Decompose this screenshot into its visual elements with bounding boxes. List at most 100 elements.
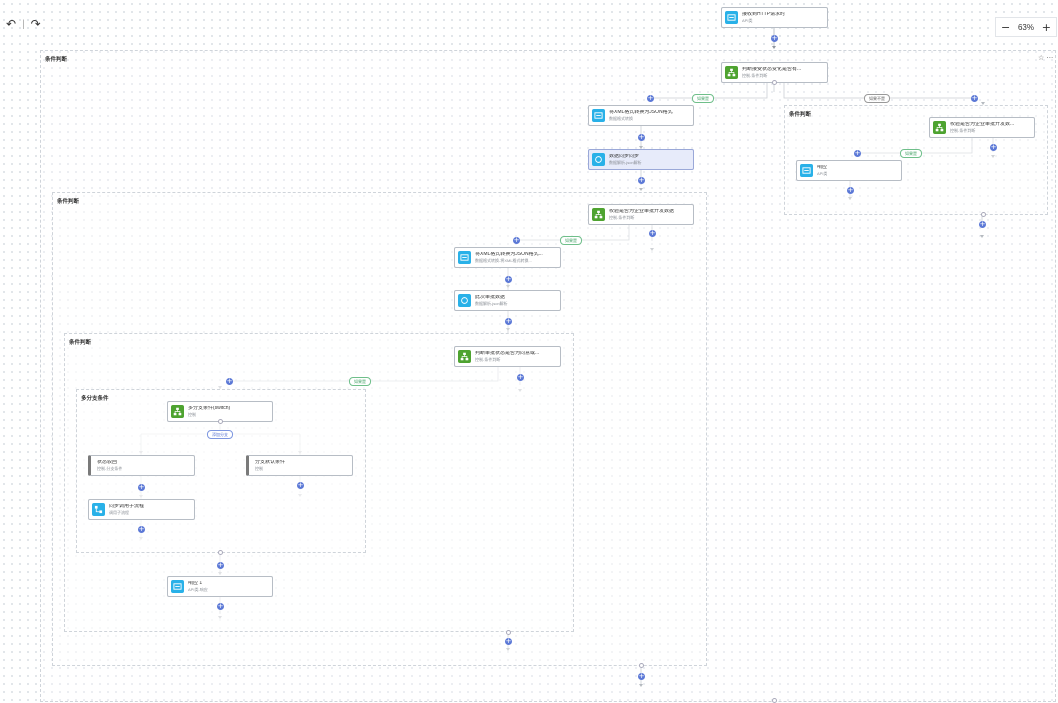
container-title: 条件判断 <box>45 57 68 63</box>
add-node-button[interactable]: + <box>971 95 978 102</box>
api-icon <box>171 580 184 593</box>
branch-icon <box>171 405 184 418</box>
container-actions: ☆ ··· <box>1038 54 1053 62</box>
node-xml-convert-2[interactable]: 将XML格式转换为JSON格式... 数据格式转换-将XML格式转换... <box>454 247 561 268</box>
node-title: 判断审批状态是否为同意或... <box>475 351 540 356</box>
connector-dot <box>506 630 511 635</box>
add-node-button[interactable]: + <box>847 187 854 194</box>
connector-dot <box>639 663 644 668</box>
convert-icon <box>458 251 471 264</box>
node-http-trigger[interactable]: 接收到HTTP请求时 API类 <box>721 7 828 28</box>
flow-canvas[interactable]: ↶ | ↷ − 63% + 条件判断 ☆ ··· 条件判断 条件判断 条件判断 … <box>0 0 1058 703</box>
api-icon <box>800 164 813 177</box>
redo-icon[interactable]: ↷ <box>31 17 41 31</box>
node-title: 同步调用子流程 <box>109 504 145 509</box>
node-title: 判断接受状态变化是否有... <box>742 67 802 72</box>
container-title: 条件判断 <box>69 340 92 346</box>
node-response-1[interactable]: 响应 1 API类-响应 <box>167 576 273 597</box>
add-node-button[interactable]: + <box>979 221 986 228</box>
node-subtitle: API类 <box>817 171 828 176</box>
add-node-button[interactable]: + <box>505 318 512 325</box>
branch-label-yes[interactable]: 如果是 <box>692 94 714 103</box>
node-xml-convert-1[interactable]: 将XML格式转换为JSON格式 数据格式转换 <box>588 105 694 126</box>
zoom-out-button[interactable]: − <box>1001 21 1010 34</box>
connector-dot <box>772 698 777 703</box>
add-node-button[interactable]: + <box>638 673 645 680</box>
add-node-button[interactable]: + <box>647 95 654 102</box>
add-node-button[interactable]: + <box>226 378 233 385</box>
connector-dot <box>218 550 223 555</box>
add-node-button[interactable]: + <box>990 144 997 151</box>
history-toolbar: ↶ | ↷ <box>6 17 41 31</box>
add-node-button[interactable]: + <box>517 374 524 381</box>
node-subtitle: 控制-条件判断 <box>609 215 635 220</box>
node-subtitle: 控制-分支条件 <box>97 466 123 471</box>
node-title: 校验是否为企业审批开发数... <box>950 122 1015 127</box>
add-node-button[interactable]: + <box>649 230 656 237</box>
add-node-button[interactable]: + <box>217 603 224 610</box>
branch-label-yes[interactable]: 如果是 <box>349 377 371 386</box>
node-title: 接收到HTTP请求时 <box>742 12 786 17</box>
branch-icon <box>725 66 738 79</box>
node-subtitle: 调用子流程 <box>109 510 129 515</box>
add-node-button[interactable]: + <box>854 150 861 157</box>
container-title: 条件判断 <box>57 199 80 205</box>
add-node-button[interactable]: + <box>217 562 224 569</box>
node-subtitle: API类 <box>742 18 753 23</box>
node-subtitle: 控制-条件判断 <box>742 73 768 78</box>
node-judge-2[interactable]: 校验是否为企业审批开发数据 控制-条件判断 <box>588 204 694 225</box>
zoom-level: 63% <box>1017 22 1034 32</box>
node-title: 响应 <box>817 165 828 170</box>
add-node-button[interactable]: + <box>138 484 145 491</box>
container-title: 多分支条件 <box>81 396 109 402</box>
node-judge-right[interactable]: 校验是否为企业审批开发数... 控制-条件判断 <box>929 117 1035 138</box>
branch-icon <box>458 350 471 363</box>
star-icon[interactable]: ☆ <box>1038 54 1044 62</box>
parse-icon <box>592 153 605 166</box>
add-node-button[interactable]: + <box>513 237 520 244</box>
branch-label-no[interactable]: 如果不是 <box>864 94 890 103</box>
node-response-right[interactable]: 响应 API类 <box>796 160 902 181</box>
add-branch-label[interactable]: 添加分支 <box>207 430 233 439</box>
node-subflow[interactable]: 同步调用子流程 调用子流程 <box>88 499 195 520</box>
branch-label-yes[interactable]: 如果是 <box>900 149 922 158</box>
node-subtitle: 控制-条件判断 <box>950 128 976 133</box>
node-subtitle: 数据解析-json解析 <box>609 160 642 165</box>
add-node-button[interactable]: + <box>505 638 512 645</box>
node-parse-2[interactable]: 此次审批数据 数据解析-json解析 <box>454 290 561 311</box>
node-title: 数据同步同步 <box>609 154 640 159</box>
add-node-button[interactable]: + <box>771 35 778 42</box>
branch-icon <box>933 121 946 134</box>
zoom-control: − 63% + <box>995 17 1057 37</box>
add-node-button[interactable]: + <box>505 276 512 283</box>
node-parse-1[interactable]: 数据同步同步 数据解析-json解析 <box>588 149 694 170</box>
api-icon <box>725 11 738 24</box>
node-subtitle: 数据格式转换 <box>609 116 633 121</box>
node-subtitle: 控制 <box>188 412 196 417</box>
zoom-in-button[interactable]: + <box>1042 21 1051 34</box>
undo-icon[interactable]: ↶ <box>6 17 16 31</box>
node-title: 将XML格式转换为JSON格式 <box>609 110 673 115</box>
node-branch-1[interactable]: 状态驳回 控制-分支条件 <box>88 455 195 476</box>
parse-icon <box>458 294 471 307</box>
node-branch-default[interactable]: 分支默认条件 控制 <box>246 455 353 476</box>
add-node-button[interactable]: + <box>138 526 145 533</box>
convert-icon <box>592 109 605 122</box>
more-icon[interactable]: ··· <box>1047 54 1054 62</box>
node-title: 分支默认条件 <box>255 460 286 465</box>
subflow-icon <box>92 503 105 516</box>
add-node-button[interactable]: + <box>638 177 645 184</box>
node-subtitle: API类-响应 <box>188 587 208 592</box>
connector-dot <box>772 80 777 85</box>
node-title: 将XML格式转换为JSON格式... <box>475 252 543 257</box>
add-node-button[interactable]: + <box>638 134 645 141</box>
node-title: 校验是否为企业审批开发数据 <box>609 209 675 214</box>
branch-label-yes[interactable]: 如果是 <box>560 236 582 245</box>
node-judge-3[interactable]: 判断审批状态是否为同意或... 控制-条件判断 <box>454 346 561 367</box>
node-title: 此次审批数据 <box>475 295 506 300</box>
container-title: 条件判断 <box>789 112 812 118</box>
toolbar-separator: | <box>22 18 25 30</box>
node-subtitle: 数据格式转换-将XML格式转换... <box>475 258 532 263</box>
add-node-button[interactable]: + <box>297 482 304 489</box>
node-subtitle: 控制 <box>255 466 263 471</box>
